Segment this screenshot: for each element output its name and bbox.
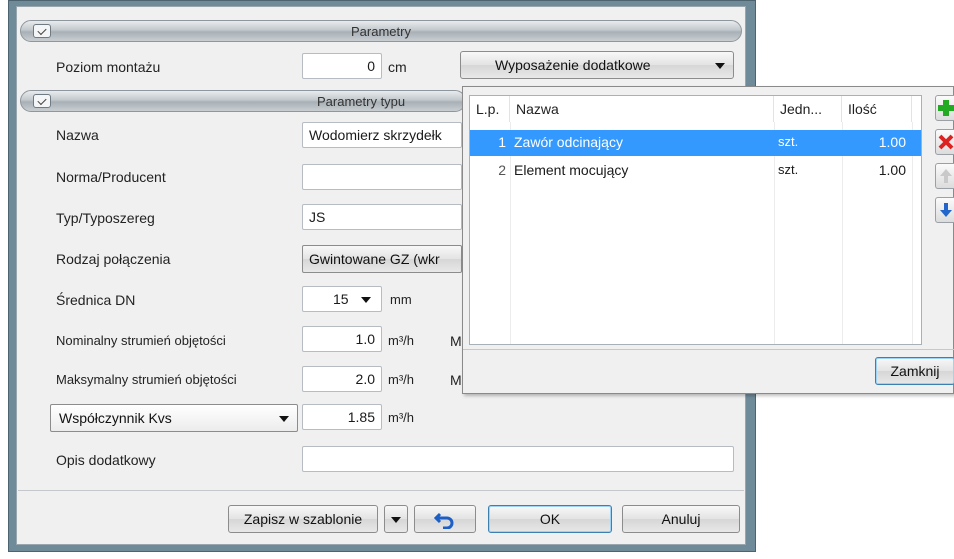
move-down-button[interactable] <box>935 197 954 223</box>
extra-equipment-label: Wyposażenie dodatkowe <box>495 57 651 73</box>
mount-level-label: Poziom montażu <box>56 59 161 75</box>
save-template-button[interactable]: Zapisz w szablonie <box>228 505 378 533</box>
name-input[interactable]: Wodomierz skrzydełk <box>302 122 462 148</box>
undo-button[interactable] <box>414 505 476 533</box>
section-header-parametry[interactable]: Parametry <box>20 20 742 42</box>
column-header-unit[interactable]: Jedn... <box>774 96 842 122</box>
dropdown-arrow-icon <box>391 517 401 523</box>
kvs-unit: m³/h <box>388 410 414 425</box>
type-input[interactable]: JS <box>302 204 462 230</box>
mount-level-input[interactable]: 0 <box>302 53 382 79</box>
table-row[interactable]: 1 Zawór odcinający szt. 1.00 <box>470 130 921 156</box>
dn-value: 15 <box>333 291 349 307</box>
kvs-input[interactable]: 1.85 <box>302 404 382 430</box>
popup-divider <box>463 349 954 350</box>
connection-select[interactable]: Gwintowane GZ (wkr <box>302 245 462 273</box>
dropdown-arrow-icon <box>279 416 289 422</box>
add-row-button[interactable] <box>935 95 954 121</box>
cell-name: Element mocujący <box>514 162 629 178</box>
section-title: Parametry <box>351 24 411 39</box>
chevron-up-icon[interactable] <box>33 94 51 108</box>
delete-icon <box>938 134 954 150</box>
dialog-window: Parametry Poziom montażu 0 cm Wyposażeni… <box>0 0 954 559</box>
move-up-icon <box>940 169 952 183</box>
dn-select[interactable]: 15 <box>302 286 382 312</box>
kvs-select-label: Współczynnik Kvs <box>59 410 172 426</box>
dropdown-arrow-icon <box>361 297 371 303</box>
nominal-flow-extra: M <box>450 333 462 349</box>
column-header-lp[interactable]: L.p. <box>470 96 510 122</box>
kvs-select[interactable]: Współczynnik Kvs <box>50 404 298 432</box>
nominal-flow-label: Nominalny strumień objętości <box>56 333 226 348</box>
cell-lp: 1 <box>498 134 506 150</box>
section-title: Parametry typu <box>317 94 406 109</box>
name-label: Nazwa <box>56 127 99 143</box>
column-header-qty[interactable]: Ilość <box>842 96 912 122</box>
description-label: Opis dodatkowy <box>56 452 156 468</box>
save-template-menu-button[interactable] <box>384 505 408 533</box>
dropdown-arrow-icon <box>715 63 725 69</box>
column-header-name[interactable]: Nazwa <box>510 96 774 122</box>
table-row[interactable]: 2 Element mocujący szt. 1.00 <box>470 158 921 184</box>
delete-row-button[interactable] <box>935 129 954 155</box>
cell-name: Zawór odcinający <box>514 134 623 150</box>
max-flow-extra: M <box>450 372 462 388</box>
mount-level-unit: cm <box>388 59 407 75</box>
norm-label: Norma/Producent <box>56 169 166 185</box>
type-label: Typ/Typoszereg <box>56 210 155 226</box>
cell-qty: 1.00 <box>878 134 906 150</box>
nominal-flow-input[interactable]: 1.0 <box>302 326 382 352</box>
description-input[interactable] <box>302 446 734 472</box>
ok-button[interactable]: OK <box>488 505 612 533</box>
extra-equipment-popup: L.p. Nazwa Jedn... Ilość 1 Zawór odcinaj… <box>462 86 954 394</box>
cancel-button[interactable]: Anuluj <box>622 505 740 533</box>
close-button[interactable]: Zamknij <box>875 357 954 385</box>
cell-qty: 1.00 <box>878 162 906 178</box>
cell-lp: 2 <box>498 162 506 178</box>
max-flow-unit: m³/h <box>388 372 414 387</box>
nominal-flow-unit: m³/h <box>388 333 414 348</box>
norm-input[interactable] <box>302 164 462 190</box>
add-icon <box>938 100 954 116</box>
max-flow-label: Maksymalny strumień objętości <box>56 372 237 387</box>
move-down-icon <box>940 203 952 217</box>
cell-unit: szt. <box>778 134 799 149</box>
cell-unit: szt. <box>778 162 799 177</box>
undo-icon <box>433 512 454 530</box>
connection-label: Rodzaj połączenia <box>56 251 171 267</box>
dn-unit: mm <box>390 292 412 307</box>
footer-divider <box>18 490 744 491</box>
move-up-button[interactable] <box>935 163 954 189</box>
max-flow-input[interactable]: 2.0 <box>302 366 382 392</box>
section-header-parametry-typu[interactable]: Parametry typu <box>20 90 466 112</box>
dn-label: Średnica DN <box>56 292 136 308</box>
extra-equipment-button[interactable]: Wyposażenie dodatkowe <box>460 51 734 79</box>
equipment-table: L.p. Nazwa Jedn... Ilość 1 Zawór odcinaj… <box>469 95 922 345</box>
